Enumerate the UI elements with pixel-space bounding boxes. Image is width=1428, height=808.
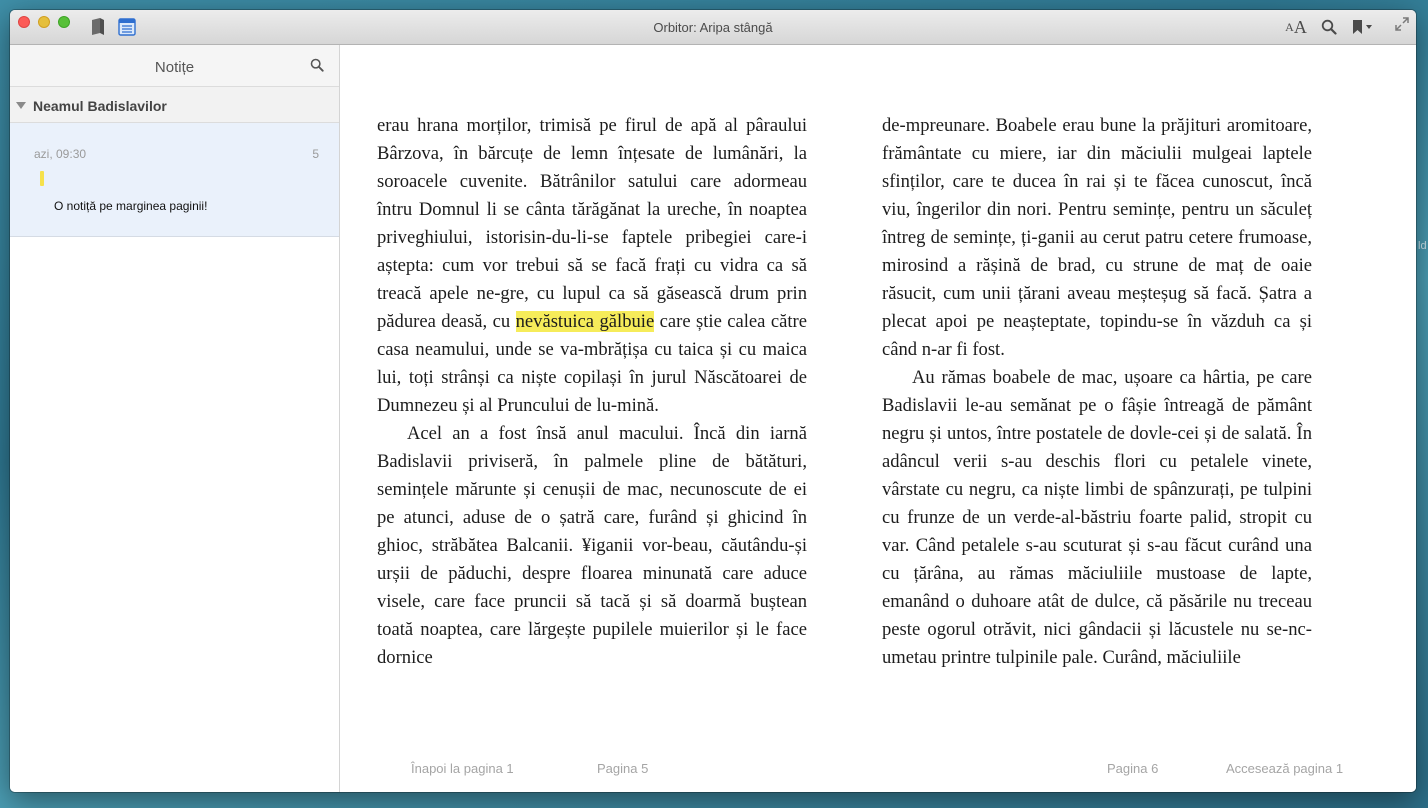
ibooks-window: Orbitor: Aripa stângă AA Notițe Neamul B… (10, 10, 1416, 792)
disclosure-triangle-icon[interactable] (16, 102, 26, 109)
notes-header: Notițe (10, 45, 339, 87)
fullscreen-icon[interactable] (1394, 16, 1410, 32)
back-to-page-link[interactable]: Înapoi la pagina 1 (411, 761, 514, 776)
window-title: Orbitor: Aripa stângă (653, 20, 773, 35)
note-highlight-marker (40, 171, 44, 186)
notes-title: Notițe (154, 59, 195, 76)
right-page: de-mpreunare. Boabele erau bune la prăji… (882, 112, 1312, 672)
font-small-glyph: A (1285, 19, 1294, 34)
search-icon[interactable] (1320, 17, 1338, 37)
left-paragraph-1: erau hrana morților, trimisă pe firul de… (377, 112, 807, 420)
chapter-title: Neamul Badislavilor (33, 98, 167, 114)
go-to-page-link[interactable]: Accesează pagina 1 (1226, 761, 1343, 776)
note-item[interactable]: azi, 09:30 5 O notiță pe marginea pagini… (10, 123, 339, 237)
notes-search-icon[interactable] (310, 58, 326, 74)
note-text: O notiță pe marginea paginii! (54, 199, 208, 213)
desktop-text-fragment: ld (1418, 240, 1427, 252)
notes-sidebar: Notițe Neamul Badislavilor azi, 09:30 5 … (10, 45, 340, 792)
bookmark-menu-button[interactable] (1350, 17, 1376, 37)
title-bar: Orbitor: Aripa stângă AA (10, 10, 1416, 45)
right-paragraph-1: de-mpreunare. Boabele erau bune la prăji… (882, 115, 1312, 360)
highlighted-text[interactable]: nevăstuica gălbuie (515, 311, 655, 332)
font-size-button[interactable]: AA (1282, 17, 1310, 37)
note-timestamp: azi, 09:30 (34, 147, 87, 161)
chapter-group-row[interactable]: Neamul Badislavilor (10, 87, 339, 123)
right-page-number: Pagina 6 (1107, 761, 1159, 776)
left-paragraph-2: Acel an a fost însă anul macului. Încă d… (377, 423, 807, 668)
left-page-number: Pagina 5 (597, 761, 649, 776)
right-paragraph-2: Au rămas boabele de mac, ușoare ca hârti… (882, 367, 1312, 668)
note-page-number: 5 (312, 147, 319, 161)
left-page: erau hrana morților, trimisă pe firul de… (377, 112, 807, 672)
font-large-glyph: A (1293, 16, 1307, 37)
text-run: erau hrana morților, trimisă pe firul de… (377, 115, 807, 332)
book-reader: erau hrana morților, trimisă pe firul de… (341, 45, 1416, 792)
